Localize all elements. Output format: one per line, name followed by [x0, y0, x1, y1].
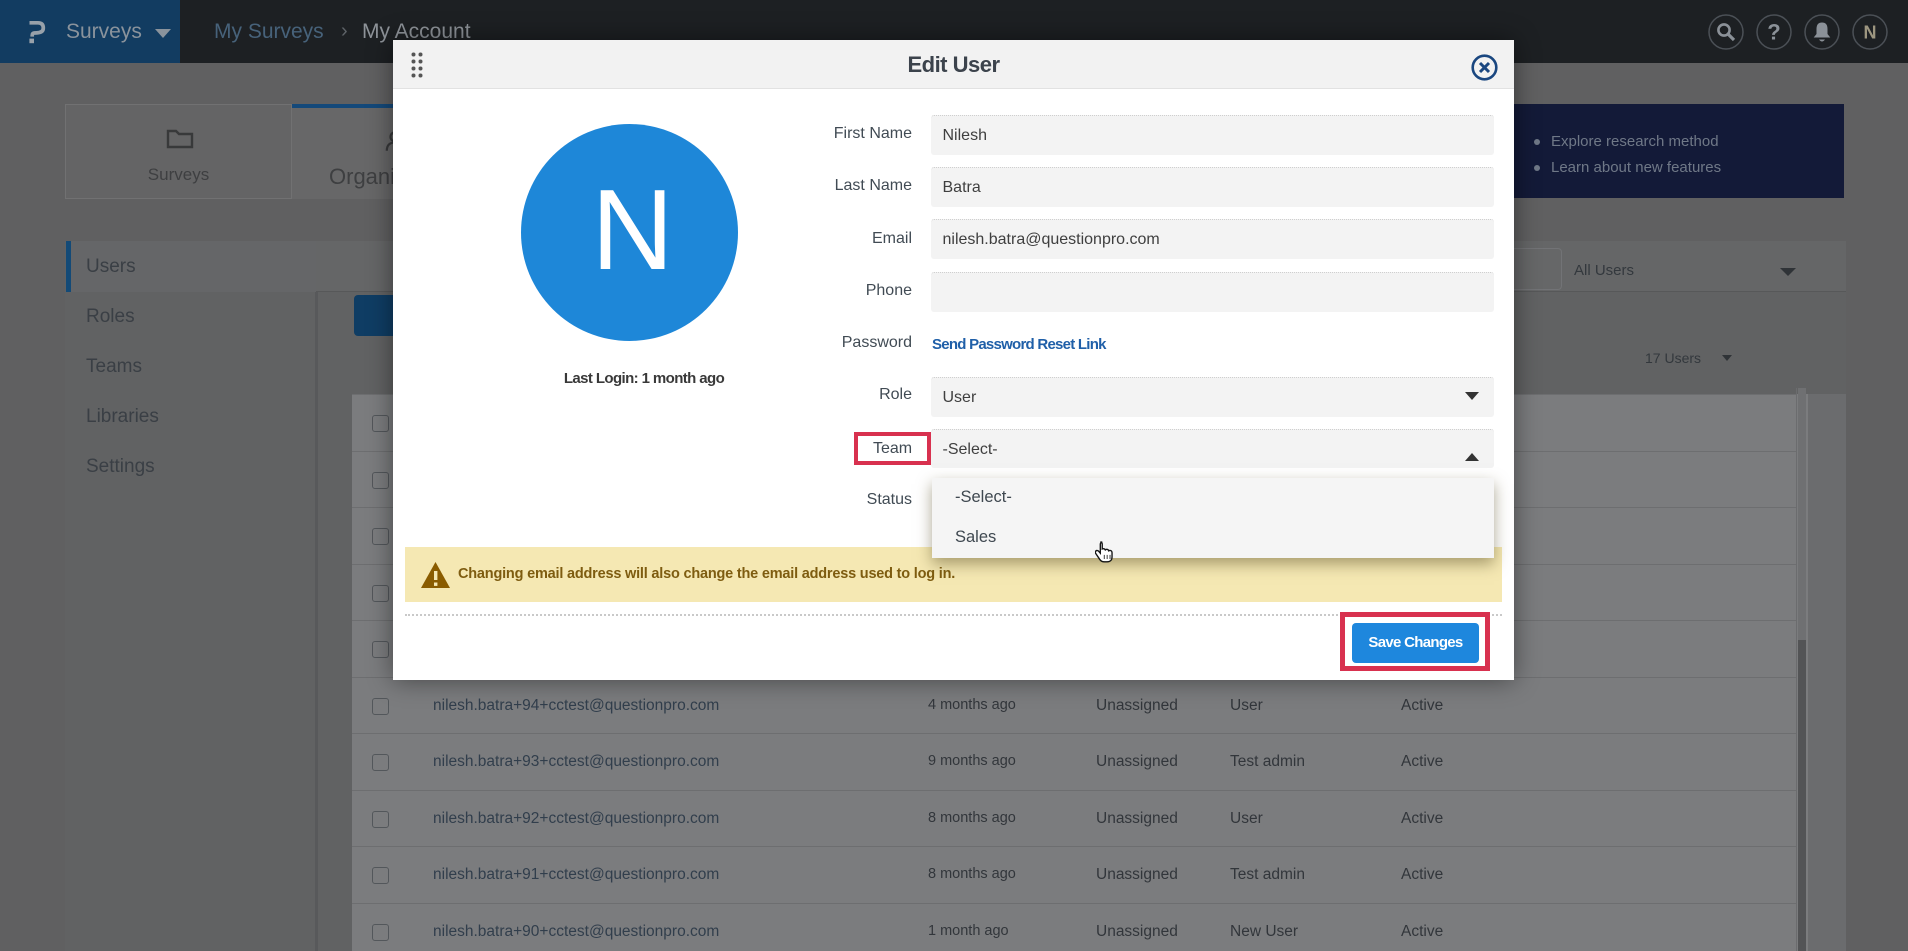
svg-text:?: ?: [1767, 20, 1780, 45]
svg-text:N: N: [1864, 23, 1877, 43]
